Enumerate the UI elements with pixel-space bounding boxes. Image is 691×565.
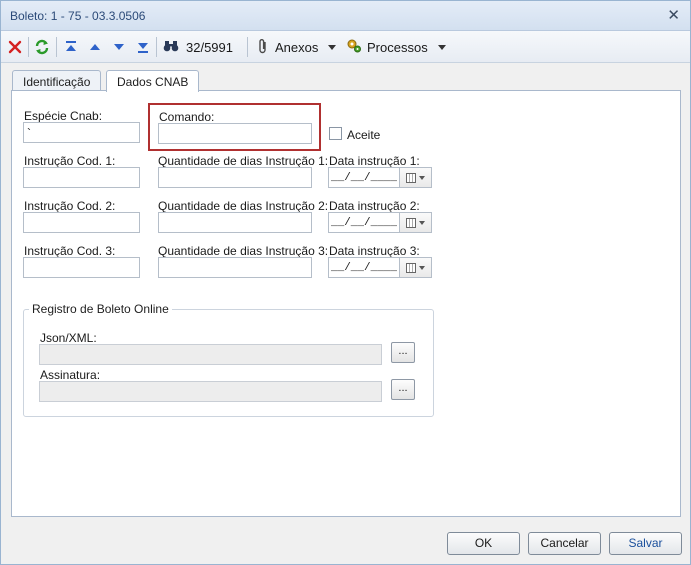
processos-button[interactable]: Processos bbox=[346, 37, 446, 57]
instrucao-cod-3-input[interactable] bbox=[23, 257, 140, 278]
data-instrucao-3-label: Data instrução 3: bbox=[329, 244, 420, 258]
assinatura-browse-button[interactable]: ... bbox=[391, 379, 415, 400]
chevron-down-icon bbox=[419, 220, 425, 225]
data-instrucao-3-picker[interactable] bbox=[400, 257, 432, 278]
tab-panel-dados-cnab: Espécie Cnab: Comando: Aceite Instrução … bbox=[11, 90, 681, 517]
instrucao-cod-2-input[interactable] bbox=[23, 212, 140, 233]
previous-record-icon[interactable] bbox=[88, 37, 102, 57]
title-bar[interactable]: Boleto: 1 - 75 - 03.3.0506 ✕ bbox=[1, 1, 690, 31]
aceite-checkbox[interactable] bbox=[329, 127, 342, 140]
close-icon[interactable]: ✕ bbox=[667, 6, 680, 24]
calendar-icon bbox=[406, 172, 416, 183]
window-title: Boleto: 1 - 75 - 03.3.0506 bbox=[10, 9, 146, 23]
data-instrucao-1-picker[interactable] bbox=[400, 167, 432, 188]
next-record-icon[interactable] bbox=[112, 37, 126, 57]
qtd-dias-instrucao-3-input[interactable] bbox=[158, 257, 312, 278]
especie-cnab-label: Espécie Cnab: bbox=[24, 109, 103, 123]
data-instrucao-1-label: Data instrução 1: bbox=[329, 154, 420, 168]
binoculars-icon bbox=[163, 39, 179, 56]
dialog-footer: OK Cancelar Salvar bbox=[1, 527, 690, 564]
calendar-icon bbox=[406, 217, 416, 228]
qtd-dias-instrucao-2-label: Quantidade de dias Instrução 2: bbox=[158, 199, 329, 213]
cancel-button[interactable]: Cancelar bbox=[528, 532, 601, 555]
qtd-dias-instrucao-1-input[interactable] bbox=[158, 167, 312, 188]
instrucao-cod-1-label: Instrução Cod. 1: bbox=[24, 154, 116, 168]
instrucao-cod-3-label: Instrução Cod. 3: bbox=[24, 244, 116, 258]
instrucao-cod-1-input[interactable] bbox=[23, 167, 140, 188]
especie-cnab-input[interactable] bbox=[23, 122, 140, 143]
processos-label: Processos bbox=[367, 39, 428, 55]
qtd-dias-instrucao-2-input[interactable] bbox=[158, 212, 312, 233]
instrucao-cod-2-label: Instrução Cod. 2: bbox=[24, 199, 116, 213]
data-instrucao-1-input[interactable]: __/__/____ bbox=[328, 167, 400, 188]
data-instrucao-3-input[interactable]: __/__/____ bbox=[328, 257, 400, 278]
chevron-down-icon bbox=[419, 265, 425, 270]
toolbar: 32/5991 Anexos Processos bbox=[1, 31, 690, 63]
tab-dados-cnab[interactable]: Dados CNAB bbox=[106, 70, 200, 92]
processes-icon bbox=[346, 38, 362, 57]
comando-input[interactable] bbox=[158, 123, 312, 144]
chevron-down-icon bbox=[419, 175, 425, 180]
dialog-window: Boleto: 1 - 75 - 03.3.0506 ✕ 32/5991 Ane… bbox=[0, 0, 691, 565]
json-xml-label: Json/XML: bbox=[40, 331, 97, 345]
save-button[interactable]: Salvar bbox=[609, 532, 682, 555]
first-record-icon[interactable] bbox=[64, 37, 78, 57]
anexos-label: Anexos bbox=[275, 39, 319, 55]
last-record-icon[interactable] bbox=[136, 37, 150, 57]
aceite-label: Aceite bbox=[347, 128, 381, 142]
paperclip-icon bbox=[256, 38, 270, 57]
assinatura-input bbox=[39, 381, 382, 402]
chevron-down-icon bbox=[328, 44, 337, 50]
tab-strip: Identificação Dados CNAB bbox=[1, 63, 690, 92]
json-xml-browse-button[interactable]: ... bbox=[391, 342, 415, 363]
qtd-dias-instrucao-3-label: Quantidade de dias Instrução 3: bbox=[158, 244, 329, 258]
search-records-button[interactable]: 32/5991 bbox=[163, 37, 233, 57]
assinatura-label: Assinatura: bbox=[40, 368, 101, 382]
json-xml-input bbox=[39, 344, 382, 365]
data-instrucao-2-picker[interactable] bbox=[400, 212, 432, 233]
data-instrucao-2-label: Data instrução 2: bbox=[329, 199, 420, 213]
data-instrucao-2-input[interactable]: __/__/____ bbox=[328, 212, 400, 233]
delete-icon[interactable] bbox=[8, 37, 22, 57]
calendar-icon bbox=[406, 262, 416, 273]
qtd-dias-instrucao-1-label: Quantidade de dias Instrução 1: bbox=[158, 154, 329, 168]
ok-button[interactable]: OK bbox=[447, 532, 520, 555]
record-counter: 32/5991 bbox=[186, 39, 233, 55]
tab-identificacao[interactable]: Identificação bbox=[12, 70, 102, 91]
refresh-icon[interactable] bbox=[34, 37, 50, 57]
chevron-down-icon bbox=[437, 44, 446, 50]
anexos-button[interactable]: Anexos bbox=[256, 37, 337, 57]
comando-label: Comando: bbox=[159, 110, 215, 124]
registro-boleto-online-group: Registro de Boleto Online Json/XML: ... … bbox=[23, 302, 434, 417]
registro-boleto-online-title: Registro de Boleto Online bbox=[29, 302, 172, 316]
